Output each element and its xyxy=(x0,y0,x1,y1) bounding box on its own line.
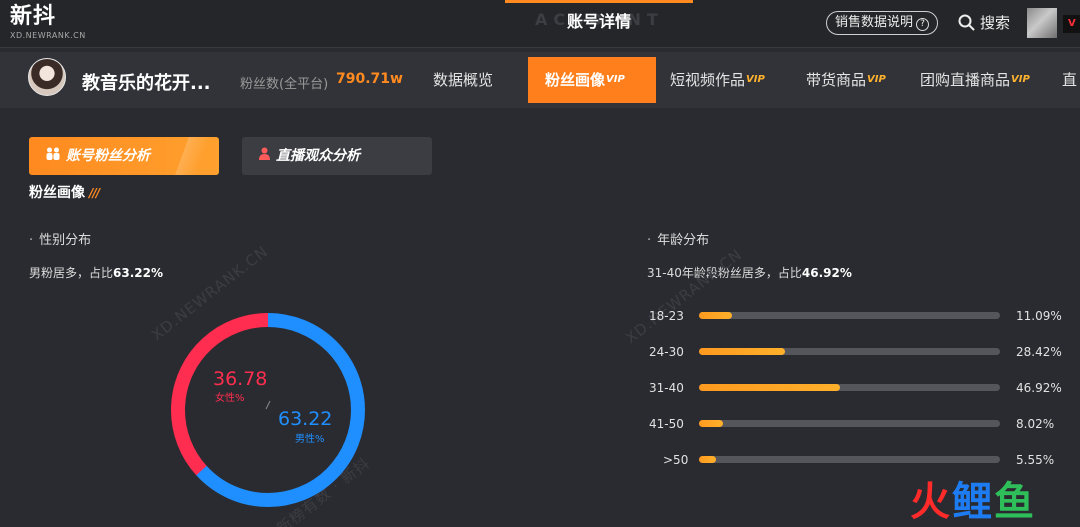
sales-data-explain-button[interactable]: 销售数据说明? xyxy=(826,11,939,35)
gender-donut-chart: 36.78 女性% 63.22 男性% xyxy=(163,305,373,515)
age-summary-value: 46.92% xyxy=(801,266,852,280)
age-bar-value: 11.09% xyxy=(1016,309,1062,323)
logo-subtext: XD.NEWRANK.CN xyxy=(10,31,86,40)
age-bar-track xyxy=(699,384,1000,391)
gender-title-text: 性别分布 xyxy=(39,233,92,248)
brand-logo: 火鲤鱼 xyxy=(910,478,1036,526)
site-logo[interactable]: 新抖 XD.NEWRANK.CN xyxy=(10,4,86,40)
vip-tag: VIP xyxy=(746,74,765,85)
brand-char-1: 火 xyxy=(910,479,952,525)
sales-explain-label: 销售数据说明 xyxy=(835,15,914,30)
age-bar-fill xyxy=(699,312,733,319)
age-bar-fill xyxy=(699,384,841,391)
age-title-text: 年龄分布 xyxy=(657,233,710,248)
age-bar-row: 41-50 8.02% xyxy=(649,414,1069,434)
account-fans-analysis-tab[interactable]: 账号粉丝分析 xyxy=(29,137,219,175)
age-bar-row: 24-30 28.42% xyxy=(649,342,1069,362)
vip-tag: VIP xyxy=(1011,74,1030,85)
page-title: 账号详情 xyxy=(566,12,631,31)
search-icon xyxy=(958,14,975,31)
donut-svg xyxy=(171,313,365,507)
gender-summary: 男粉居多，占比63.22% xyxy=(29,264,163,281)
age-bar-row: >50 5.55% xyxy=(649,450,1069,470)
age-bar-label: 31-40 xyxy=(649,381,684,395)
section-title-decoration: /// xyxy=(89,186,100,200)
tab-label: 直播观众分析 xyxy=(276,148,360,164)
age-bar-track xyxy=(699,456,1000,463)
fans-count-value: 790.71w xyxy=(336,71,403,87)
tab-label: 直 xyxy=(1062,71,1078,89)
user-icon xyxy=(258,137,271,175)
users-icon xyxy=(45,137,61,175)
live-audience-analysis-tab[interactable]: 直播观众分析 xyxy=(242,137,432,175)
age-bar-fill xyxy=(699,348,785,355)
search-label: 搜索 xyxy=(980,14,1011,32)
bullet-icon: · xyxy=(29,233,34,248)
tab-goods[interactable]: 带货商品VIP xyxy=(806,57,886,103)
user-avatar[interactable] xyxy=(1027,8,1057,38)
age-bar-fill xyxy=(699,420,724,427)
age-bar-label: 18-23 xyxy=(649,309,684,323)
age-bar-track xyxy=(699,312,1000,319)
age-bar-track xyxy=(699,420,1000,427)
account-avatar xyxy=(28,58,66,96)
donut-divider xyxy=(265,400,271,410)
tab-group-live-goods[interactable]: 团购直播商品VIP xyxy=(920,57,1030,103)
age-bar-value: 46.92% xyxy=(1016,381,1062,395)
logo-text: 新抖 xyxy=(10,4,57,29)
age-section-title: · 年龄分布 xyxy=(647,229,709,248)
age-bar-track xyxy=(699,348,1000,355)
gender-summary-value: 63.22% xyxy=(113,266,163,280)
age-bar-value: 8.02% xyxy=(1016,417,1055,431)
age-bar-row: 31-40 46.92% xyxy=(649,378,1069,398)
female-percent-value: 36.78 xyxy=(213,368,268,390)
vip-badge[interactable]: V xyxy=(1063,15,1080,33)
female-percent-label: 女性% xyxy=(215,393,245,404)
title-accent-bar xyxy=(505,0,693,3)
tab-label: 团购直播商品 xyxy=(920,71,1011,89)
help-icon: ? xyxy=(916,18,930,31)
tab-label: 带货商品 xyxy=(806,71,867,89)
age-bar-row: 18-23 11.09% xyxy=(649,306,1069,326)
donut-slice-female xyxy=(171,313,365,507)
tab-data-overview[interactable]: 数据概览 xyxy=(433,57,493,103)
vip-tag: VIP xyxy=(606,74,625,85)
tab-label: 数据概览 xyxy=(433,71,494,89)
tab-label: 账号粉丝分析 xyxy=(66,148,150,164)
account-name: 教音乐的花开... xyxy=(82,73,211,94)
vip-tag: VIP xyxy=(867,74,886,85)
age-bar-label: >50 xyxy=(663,453,689,467)
search-button[interactable]: 搜索 xyxy=(958,12,1010,34)
male-percent-value: 63.22 xyxy=(278,408,333,430)
tab-fan-profile[interactable]: 粉丝画像VIP xyxy=(528,57,656,103)
male-percent-label: 男性% xyxy=(295,434,325,445)
tab-label: 短视频作品 xyxy=(670,71,746,89)
tab-label: 粉丝画像 xyxy=(545,71,606,89)
brand-char-2: 鲤 xyxy=(952,479,994,525)
watermark-site-age: XD.NEWRANK.CN xyxy=(622,245,746,348)
tab-decoration xyxy=(159,137,219,175)
section-title: 粉丝画像 /// xyxy=(29,182,100,202)
age-bar-fill xyxy=(699,456,716,463)
age-summary: 31-40年龄段粉丝居多，占比46.92% xyxy=(647,264,852,281)
bullet-icon: · xyxy=(647,233,652,248)
section-title-text: 粉丝画像 xyxy=(29,185,85,201)
top-header: 新抖 XD.NEWRANK.CN ACCOUNT 账号详情 销售数据说明? 搜索… xyxy=(0,0,1080,48)
gender-section-title: · 性别分布 xyxy=(29,229,91,248)
tab-short-videos[interactable]: 短视频作品VIP xyxy=(670,57,765,103)
age-bar-label: 24-30 xyxy=(649,345,684,359)
gender-summary-prefix: 男粉居多，占比 xyxy=(29,266,114,280)
tab-live[interactable]: 直 xyxy=(1062,57,1077,103)
age-bar-value: 28.42% xyxy=(1016,345,1062,359)
brand-char-3: 鱼 xyxy=(994,479,1036,525)
fans-count-label: 粉丝数(全平台) xyxy=(240,77,329,92)
account-bar: 教音乐的花开... 粉丝数(全平台) 790.71w 数据概览 粉丝画像VIP … xyxy=(0,52,1080,108)
age-bar-label: 41-50 xyxy=(649,417,684,431)
age-bar-value: 5.55% xyxy=(1016,453,1055,467)
